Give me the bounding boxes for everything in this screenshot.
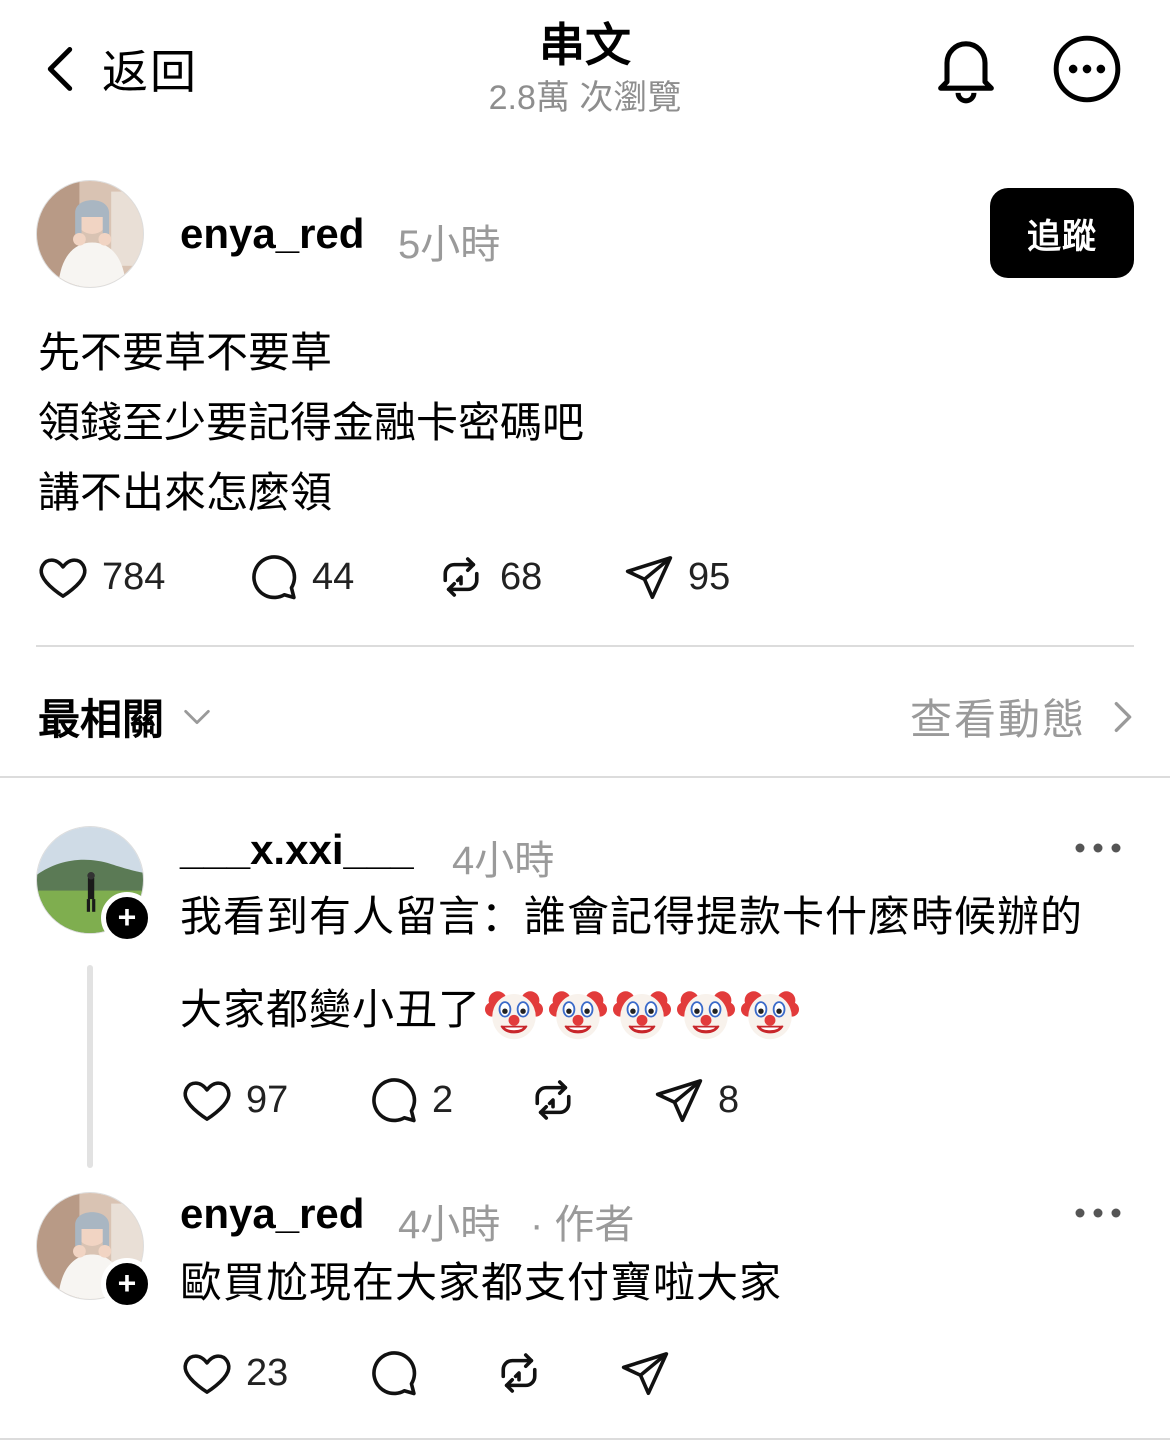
post-line: 先不要草不要草 (38, 329, 333, 376)
comment-button[interactable]: 2 (366, 1073, 453, 1127)
post-username[interactable]: enya_red (180, 210, 364, 258)
sort-dropdown[interactable]: 最相關 (38, 686, 214, 747)
activity-label: 查看動態 (909, 696, 1086, 743)
follow-plus-button[interactable]: + (101, 1258, 153, 1310)
share-icon (618, 1346, 672, 1400)
reply-username[interactable]: ___x.xxi___ (180, 826, 414, 874)
more-icon[interactable] (1072, 838, 1124, 858)
repost-count: 68 (500, 555, 543, 598)
heart-icon (36, 550, 90, 604)
post-time: 5小時 (398, 223, 501, 267)
reply-username[interactable]: enya_red (180, 1190, 364, 1238)
avatar-image (37, 181, 143, 287)
reply-time: 4小時 (452, 839, 555, 883)
share-button[interactable]: 8 (652, 1073, 739, 1127)
like-button[interactable]: 97 (180, 1073, 288, 1127)
back-button[interactable]: 返回 (40, 34, 198, 104)
back-label: 返回 (102, 46, 198, 98)
reply-line: 大家都變小丑了 (180, 986, 482, 1034)
reply-line: 歐買尬現在大家都支付寶啦大家 (180, 1259, 783, 1306)
reply-line: 我看到有人留言：誰會記得提款卡什麼時候辦的 (180, 893, 1084, 940)
page-title: 串文 (539, 19, 631, 71)
title-block: 串文 2.8萬 次瀏覽 (385, 16, 785, 120)
comment-count: 44 (312, 555, 355, 598)
clown-face-icon (741, 984, 799, 1042)
share-button[interactable]: 95 (622, 550, 730, 604)
chevron-down-icon (184, 709, 210, 724)
post-line: 領錢至少要記得金融卡密碼吧 (38, 399, 585, 446)
avatar[interactable] (36, 180, 144, 288)
clown-face-icon (677, 984, 735, 1042)
chevron-right-icon (1114, 701, 1132, 732)
like-button[interactable]: 23 (180, 1346, 288, 1400)
like-count: 784 (102, 555, 166, 598)
heart-icon (180, 1073, 234, 1127)
plus-icon: + (117, 899, 137, 935)
plus-icon: + (117, 1265, 137, 1301)
comment-icon (246, 550, 300, 604)
post-body: 先不要草不要草 領錢至少要記得金融卡密碼吧 講不出來怎麼領 (38, 318, 584, 528)
heart-icon (180, 1346, 234, 1400)
share-button[interactable] (618, 1346, 684, 1400)
like-button[interactable]: 784 (36, 550, 165, 604)
chevron-left-icon (47, 47, 73, 91)
clown-face-icon (549, 984, 607, 1042)
post-line: 講不出來怎麼領 (38, 469, 333, 516)
sort-label: 最相關 (38, 696, 165, 743)
clown-face-icon (485, 984, 543, 1042)
share-count: 8 (718, 1078, 740, 1121)
like-count: 97 (246, 1078, 289, 1121)
comment-count: 2 (432, 1078, 454, 1121)
share-count: 95 (688, 555, 731, 598)
bottom-divider (0, 1438, 1170, 1440)
follow-plus-button[interactable]: + (101, 892, 153, 944)
view-activity-link[interactable]: 查看動態 (910, 686, 1140, 747)
share-icon (622, 550, 676, 604)
share-icon (652, 1073, 706, 1127)
follow-button[interactable]: 追蹤 (990, 188, 1134, 278)
section-divider (0, 776, 1170, 778)
author-tag: · 作者 (530, 1203, 635, 1247)
repost-icon (434, 550, 488, 604)
comment-icon (366, 1073, 420, 1127)
repost-button[interactable]: 68 (434, 550, 542, 604)
reply-time: 4小時 (398, 1203, 501, 1247)
top-bar: 返回 串文 2.8萬 次瀏覽 (0, 0, 1170, 140)
reply-line-with-emoji: 大家都變小丑了 (180, 984, 799, 1042)
repost-icon (492, 1346, 546, 1400)
comment-icon (366, 1346, 420, 1400)
more-icon[interactable] (1072, 1203, 1124, 1223)
like-count: 23 (246, 1351, 289, 1394)
divider (36, 645, 1134, 647)
comment-button[interactable]: 44 (246, 550, 354, 604)
repost-icon (526, 1073, 580, 1127)
repost-button[interactable] (526, 1073, 592, 1127)
view-count: 2.8萬 次瀏覽 (488, 79, 682, 117)
repost-button[interactable] (492, 1346, 558, 1400)
more-circle-icon[interactable] (1050, 32, 1124, 106)
clown-face-icon (613, 984, 671, 1042)
bell-icon[interactable] (928, 28, 1004, 104)
comment-button[interactable] (366, 1346, 432, 1400)
clown-emoji-group (485, 984, 799, 1042)
thread-line (87, 965, 93, 1168)
